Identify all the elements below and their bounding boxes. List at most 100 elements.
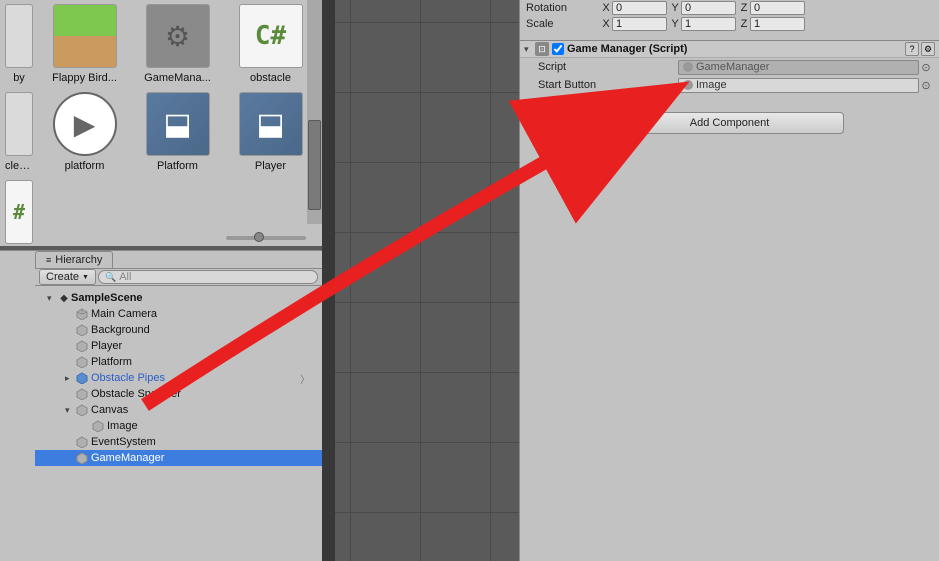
component-enable-checkbox[interactable] xyxy=(552,43,564,55)
tree-row-platform[interactable]: Platform xyxy=(35,354,322,370)
gameobject-icon xyxy=(75,404,89,416)
x-label: X xyxy=(600,18,612,30)
asset-grid: by Flappy Bird... ⚙ GameMana... C# obsta… xyxy=(0,0,322,246)
tree-row-obstacle-spawner[interactable]: Obstacle Spawner xyxy=(35,386,322,402)
scale-x-input[interactable] xyxy=(612,17,667,31)
tree-row-main-camera[interactable]: Main Camera xyxy=(35,306,322,322)
hierarchy-tab[interactable]: ≡ Hierarchy xyxy=(35,251,113,268)
slider-thumb[interactable] xyxy=(254,232,264,242)
z-label: Z xyxy=(738,2,750,14)
asset-label: Player xyxy=(231,160,311,172)
tree-row-image[interactable]: Image xyxy=(35,418,322,434)
transform-rotation-row: Rotation X Y Z xyxy=(520,0,939,16)
asset-item[interactable]: ⬓ Platform xyxy=(135,92,220,172)
component-header[interactable]: ▾ ⊡ Game Manager (Script) ? ⚙ xyxy=(520,40,939,58)
tree-row-gamemanager[interactable]: GameManager xyxy=(35,450,322,466)
hierarchy-tree: ▾ ◆ SampleScene Main Camera Background P… xyxy=(35,286,322,561)
asset-label: platform xyxy=(45,160,125,172)
gameobject-icon xyxy=(75,388,89,400)
gameobject-icon xyxy=(75,308,89,320)
asset-item[interactable]: C# obstacle xyxy=(228,4,313,84)
prop-label: Scale xyxy=(526,18,600,30)
prefab-icon: ⬓ xyxy=(239,92,303,156)
rotation-y-input[interactable] xyxy=(681,1,736,15)
scene-label: SampleScene xyxy=(71,292,143,304)
asset-item[interactable]: # ner xyxy=(4,180,34,246)
inspector-panel: Rotation X Y Z Scale X Y Z ▾ ⊡ Game Mana… xyxy=(519,0,939,561)
search-placeholder: All xyxy=(119,271,131,283)
scene-row[interactable]: ▾ ◆ SampleScene xyxy=(35,290,322,306)
component-title: Game Manager (Script) xyxy=(567,43,902,55)
hierarchy-panel: ≡ Hierarchy Create▼ 🔍 All ▾ ◆ SampleScen… xyxy=(0,250,322,561)
project-panel: by Flappy Bird... ⚙ GameMana... C# obsta… xyxy=(0,0,322,246)
tree-row-canvas[interactable]: ▾ Canvas xyxy=(35,402,322,418)
asset-label: GameMana... xyxy=(138,72,218,84)
play-icon: ▶ xyxy=(53,92,117,156)
add-component-button[interactable]: Add Component xyxy=(616,112,844,134)
scene-scrollbar[interactable] xyxy=(322,0,335,561)
tree-row-obstacle-pipes[interactable]: ▸ Obstacle Pipes 〉 xyxy=(35,370,322,386)
object-icon xyxy=(683,62,693,72)
asset-label: cle S... xyxy=(5,160,33,172)
scale-z-input[interactable] xyxy=(750,17,805,31)
prop-label: Start Button xyxy=(538,79,678,91)
tree-row-player[interactable]: Player xyxy=(35,338,322,354)
expand-icon[interactable]: ▾ xyxy=(47,293,57,304)
search-icon: 🔍 xyxy=(105,272,116,283)
asset-item[interactable]: Flappy Bird... xyxy=(42,4,127,84)
scene-grid xyxy=(322,0,519,561)
script-field: GameManager xyxy=(678,60,919,75)
help-button[interactable]: ? xyxy=(905,42,919,56)
rotation-x-input[interactable] xyxy=(612,1,667,15)
asset-label: by xyxy=(5,72,33,84)
script-icon: ⊡ xyxy=(535,42,549,56)
expand-icon[interactable]: ▾ xyxy=(65,405,75,416)
hierarchy-search[interactable]: 🔍 All xyxy=(98,270,318,284)
hierarchy-toolbar: Create▼ 🔍 All xyxy=(35,268,322,286)
image-icon xyxy=(53,4,117,68)
asset-item[interactable]: ⚙ GameMana... xyxy=(135,4,220,84)
x-label: X xyxy=(600,2,612,14)
hierarchy-tab-icon: ≡ xyxy=(46,255,51,265)
start-button-prop-row: Start Button Image ⊙ xyxy=(520,76,939,94)
csharp-icon: C# xyxy=(239,4,303,68)
object-picker-button[interactable]: ⊙ xyxy=(919,79,933,92)
icon-size-slider[interactable] xyxy=(226,232,316,244)
scale-y-input[interactable] xyxy=(681,17,736,31)
csharp-icon: # xyxy=(5,180,33,244)
scrollbar-thumb[interactable] xyxy=(308,120,321,210)
asset-item[interactable]: ⬓ Player xyxy=(228,92,313,172)
gameobject-icon xyxy=(75,452,89,464)
asset-label: Platform xyxy=(138,160,218,172)
asset-label: obstacle xyxy=(231,72,311,84)
gameobject-icon xyxy=(75,340,89,352)
transform-scale-row: Scale X Y Z xyxy=(520,16,939,32)
tree-row-eventsystem[interactable]: EventSystem xyxy=(35,434,322,450)
asset-item[interactable]: by xyxy=(4,4,34,84)
rotation-z-input[interactable] xyxy=(750,1,805,15)
project-scrollbar[interactable] xyxy=(307,0,322,224)
scene-view[interactable] xyxy=(322,0,519,561)
y-label: Y xyxy=(669,2,681,14)
prop-label: Rotation xyxy=(526,2,600,14)
hierarchy-tab-label: Hierarchy xyxy=(55,254,102,266)
asset-item[interactable]: cle S... xyxy=(4,92,34,172)
gameobject-icon xyxy=(75,436,89,448)
y-label: Y xyxy=(669,18,681,30)
script-prop-row: Script GameManager ⊙ xyxy=(520,58,939,76)
prefab-icon xyxy=(75,372,89,384)
dropdown-icon: ▼ xyxy=(82,274,89,281)
asset-item[interactable]: ▶ platform xyxy=(42,92,127,172)
settings-button[interactable]: ⚙ xyxy=(921,42,935,56)
create-button[interactable]: Create▼ xyxy=(39,269,96,285)
object-picker-button[interactable]: ⊙ xyxy=(919,61,933,74)
gear-icon: ⚙ xyxy=(146,4,210,68)
asset-label: Flappy Bird... xyxy=(45,72,125,84)
expand-icon[interactable]: ▸ xyxy=(65,373,75,384)
gameobject-icon xyxy=(75,356,89,368)
tree-row-background[interactable]: Background xyxy=(35,322,322,338)
start-button-field[interactable]: Image xyxy=(678,78,919,93)
expand-icon[interactable]: ▾ xyxy=(524,44,532,55)
unity-icon: ◆ xyxy=(57,292,71,304)
chevron-right-icon[interactable]: 〉 xyxy=(300,371,310,386)
